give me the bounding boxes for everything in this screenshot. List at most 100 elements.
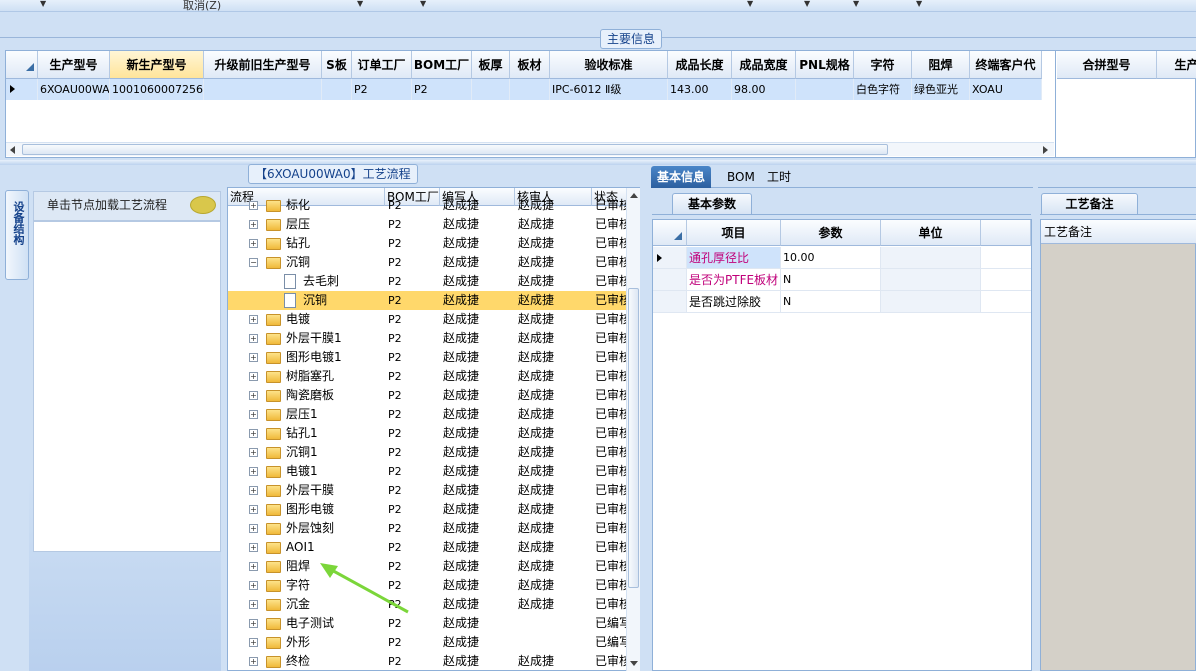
scroll-right-icon[interactable] bbox=[1043, 146, 1048, 154]
dropdown-arrow-icon[interactable]: ▼ bbox=[40, 0, 46, 8]
grid-cell[interactable]: P2 bbox=[352, 79, 412, 100]
tab-process-notes[interactable]: 工艺备注 bbox=[1041, 193, 1138, 215]
tree-row[interactable]: + 树脂塞孔 P2 赵成捷 赵成捷 已审核 bbox=[228, 367, 631, 386]
column-header[interactable]: 成品长度 bbox=[668, 51, 732, 79]
param-column-header[interactable]: 项目 bbox=[687, 220, 781, 246]
param-column-header[interactable]: 单位 bbox=[881, 220, 981, 246]
expand-icon[interactable]: + bbox=[249, 315, 258, 324]
column-header[interactable]: 合拼型号 bbox=[1057, 51, 1157, 79]
dropdown-arrow-icon[interactable]: ▼ bbox=[916, 0, 922, 8]
grid-cell[interactable] bbox=[204, 79, 322, 100]
tree-row[interactable]: + 层压 P2 赵成捷 赵成捷 已审核 bbox=[228, 215, 631, 234]
vertical-scrollbar[interactable] bbox=[626, 188, 640, 671]
grid-cell[interactable]: 绿色亚光 bbox=[912, 79, 970, 100]
tree-row[interactable]: + 电镀 P2 赵成捷 赵成捷 已审核 bbox=[228, 310, 631, 329]
expand-icon[interactable]: + bbox=[249, 638, 258, 647]
expand-icon[interactable]: + bbox=[249, 410, 258, 419]
tree-row[interactable]: + 字符 P2 赵成捷 赵成捷 已审核 bbox=[228, 576, 631, 595]
expand-icon[interactable]: + bbox=[249, 562, 258, 571]
dropdown-arrow-icon[interactable]: ▼ bbox=[853, 0, 859, 8]
process-notes-panel[interactable]: 工艺备注 bbox=[1040, 219, 1196, 671]
grid-cell[interactable] bbox=[472, 79, 510, 100]
tree-row[interactable]: + 钻孔 P2 赵成捷 赵成捷 已审核 bbox=[228, 234, 631, 253]
scroll-left-icon[interactable] bbox=[10, 146, 15, 154]
tree-row[interactable]: + 外层蚀刻 P2 赵成捷 赵成捷 已审核 bbox=[228, 519, 631, 538]
tree-row[interactable]: + 标化 P2 赵成捷 赵成捷 已审核 bbox=[228, 196, 631, 215]
splitter[interactable] bbox=[645, 187, 650, 671]
expand-icon[interactable]: + bbox=[249, 353, 258, 362]
grid-cell[interactable]: XOAU bbox=[970, 79, 1042, 100]
grid-cell[interactable]: IPC-6012 Ⅱ级 bbox=[550, 79, 668, 100]
column-header[interactable]: 终端客户代 bbox=[970, 51, 1042, 79]
scrollbar-thumb[interactable] bbox=[22, 144, 888, 155]
tree-row[interactable]: 去毛刺 P2 赵成捷 赵成捷 已审核 bbox=[228, 272, 631, 291]
param-value[interactable]: 10.00 bbox=[781, 247, 881, 268]
tree-row[interactable]: + 阻焊 P2 赵成捷 赵成捷 已审核 bbox=[228, 557, 631, 576]
column-header[interactable]: BOM工厂 bbox=[412, 51, 472, 79]
tree-row[interactable]: + 外形 P2 赵成捷 已编写 bbox=[228, 633, 631, 652]
tab-work-hours[interactable]: 工时 bbox=[761, 166, 797, 188]
grid-cell[interactable]: 143.00 bbox=[668, 79, 732, 100]
expand-icon[interactable]: + bbox=[249, 429, 258, 438]
row-header[interactable] bbox=[653, 291, 687, 312]
column-header[interactable]: 新生产型号 bbox=[110, 51, 204, 79]
tree-row[interactable]: +沉金P2赵成捷赵成捷已审核 bbox=[228, 595, 631, 614]
param-unit[interactable] bbox=[881, 269, 981, 290]
grid-cell[interactable]: 10010600072561 bbox=[110, 79, 204, 100]
tree-row[interactable]: 沉铜 P2 赵成捷 赵成捷 已审核 bbox=[228, 291, 631, 310]
column-header[interactable]: S板 bbox=[322, 51, 352, 79]
tree-row[interactable]: + 图形电镀1 P2 赵成捷 赵成捷 已审核 bbox=[228, 348, 631, 367]
expand-icon[interactable]: + bbox=[249, 239, 258, 248]
scroll-down-icon[interactable] bbox=[630, 661, 638, 666]
column-header[interactable]: 生产 bbox=[1157, 51, 1196, 79]
expand-icon[interactable]: + bbox=[249, 581, 258, 590]
tree-row[interactable]: + 层压1 P2 赵成捷 赵成捷 已审核 bbox=[228, 405, 631, 424]
grid-cell[interactable] bbox=[510, 79, 550, 100]
column-header[interactable]: 板材 bbox=[510, 51, 550, 79]
dropdown-arrow-icon[interactable]: ▼ bbox=[420, 0, 426, 8]
param-row[interactable]: 是否跳过除胶 N bbox=[653, 291, 1031, 313]
column-header[interactable]: 字符 bbox=[854, 51, 912, 79]
tree-row[interactable]: − 沉铜 P2 赵成捷 赵成捷 已审核 bbox=[228, 253, 631, 272]
grid-cell[interactable]: P2 bbox=[412, 79, 472, 100]
tab-basic-params[interactable]: 基本参数 bbox=[672, 193, 752, 215]
param-value[interactable]: N bbox=[781, 269, 881, 290]
expand-icon[interactable]: + bbox=[249, 600, 258, 609]
param-value[interactable]: N bbox=[781, 291, 881, 312]
dropdown-arrow-icon[interactable]: ▼ bbox=[747, 0, 753, 8]
grid-cell[interactable]: 白色字符 bbox=[854, 79, 912, 100]
process-tree[interactable]: 流程 BOM工厂 编写人 核审人 状态 + 标化 P2 赵成捷 赵成捷 已审核 + 层压 P2 赵成捷 赵成捷… bbox=[227, 187, 640, 671]
tree-row[interactable]: + AOI1 P2 赵成捷 赵成捷 已审核 bbox=[228, 538, 631, 557]
dropdown-arrow-icon[interactable]: ▼ bbox=[804, 0, 810, 8]
expand-icon[interactable]: + bbox=[249, 524, 258, 533]
column-header[interactable]: PNL规格 bbox=[796, 51, 854, 79]
column-header[interactable]: 生产型号 bbox=[38, 51, 110, 79]
param-unit[interactable] bbox=[881, 291, 981, 312]
tree-row[interactable]: + 钻孔1 P2 赵成捷 赵成捷 已审核 bbox=[228, 424, 631, 443]
row-header[interactable] bbox=[653, 269, 687, 290]
expand-icon[interactable]: + bbox=[249, 448, 258, 457]
splitter[interactable] bbox=[1033, 187, 1038, 671]
param-row[interactable]: 是否为PTFE板材 N bbox=[653, 269, 1031, 291]
expand-icon[interactable]: + bbox=[249, 467, 258, 476]
tree-row[interactable]: + 终检 P2 赵成捷 赵成捷 已审核 bbox=[228, 652, 631, 670]
expand-icon[interactable]: + bbox=[249, 543, 258, 552]
splitter[interactable] bbox=[221, 187, 226, 671]
expand-icon[interactable]: + bbox=[249, 372, 258, 381]
scroll-up-icon[interactable] bbox=[630, 193, 638, 198]
column-header[interactable]: 阻焊 bbox=[912, 51, 970, 79]
param-row[interactable]: 通孔厚径比 10.00 bbox=[653, 247, 1031, 269]
expand-icon[interactable]: + bbox=[249, 505, 258, 514]
tree-row[interactable]: + 电子测试 P2 赵成捷 已编写 bbox=[228, 614, 631, 633]
tree-row[interactable]: + 沉铜1 P2 赵成捷 赵成捷 已审核 bbox=[228, 443, 631, 462]
param-unit[interactable] bbox=[881, 247, 981, 268]
grid-cell[interactable] bbox=[796, 79, 854, 100]
tab-bom[interactable]: BOM bbox=[721, 166, 761, 188]
row-header[interactable] bbox=[653, 247, 687, 268]
tree-row[interactable]: + 外层干膜 P2 赵成捷 赵成捷 已审核 bbox=[228, 481, 631, 500]
device-tree-panel[interactable] bbox=[33, 221, 221, 552]
column-header[interactable]: 成品宽度 bbox=[732, 51, 796, 79]
expand-icon[interactable]: + bbox=[249, 391, 258, 400]
tree-row[interactable]: + 外层干膜1 P2 赵成捷 赵成捷 已审核 bbox=[228, 329, 631, 348]
dropdown-arrow-icon[interactable]: ▼ bbox=[357, 0, 363, 8]
